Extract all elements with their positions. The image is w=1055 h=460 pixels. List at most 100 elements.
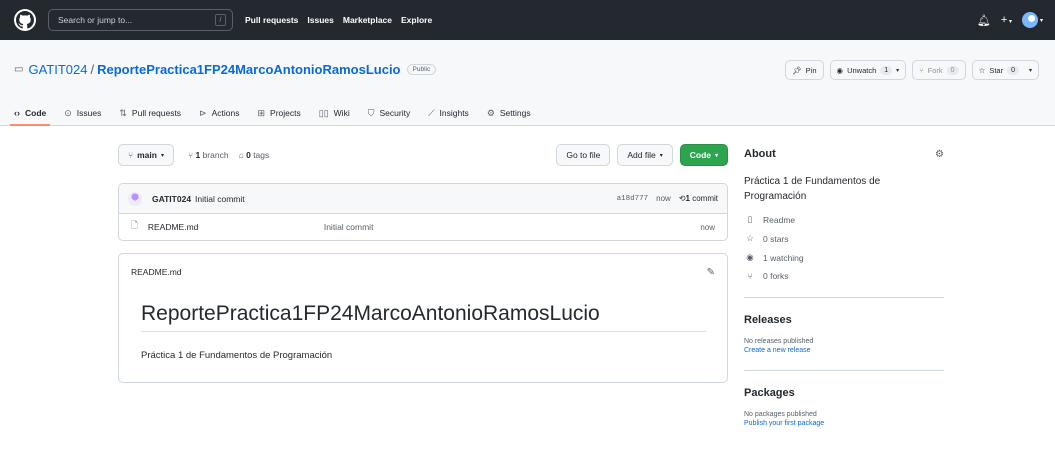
add-file-label: Add file	[627, 150, 656, 160]
create-release-link[interactable]: Create a new release	[744, 347, 944, 354]
tab-label: Code	[25, 108, 47, 118]
chevron-down-icon[interactable]: ▾	[1029, 67, 1032, 74]
pin-button[interactable]: 📌︎ Pin	[785, 60, 824, 80]
divider	[744, 370, 944, 371]
repo-actions: 📌︎ Pin ◉ Unwatch 1 ▾ ⑂ Fork 0 ☆ Star 0 ▾	[785, 60, 1039, 80]
forks-link[interactable]: ⑂ 0 forks	[744, 271, 944, 281]
main-content: ⑂ main ▾ ⑂ 1 branch ⌂ 0 tags Go to file …	[118, 144, 728, 383]
go-to-file-button[interactable]: Go to file	[556, 144, 611, 166]
tab-projects[interactable]: ⊞ Projects	[257, 100, 300, 126]
branch-name: main	[137, 150, 157, 160]
fork-icon: ⑂	[919, 65, 924, 75]
fork-label: Fork	[927, 65, 943, 75]
tab-label: Actions	[211, 108, 240, 118]
file-navigation: ⑂ main ▾ ⑂ 1 branch ⌂ 0 tags Go to file …	[118, 144, 728, 166]
chevron-down-icon: ▾	[1039, 17, 1043, 24]
tab-insights[interactable]: ⟋ Insights	[428, 100, 469, 126]
eye-icon: ◉	[836, 65, 844, 75]
watchers-link[interactable]: ◉ 1 watching	[744, 252, 944, 263]
fork-button[interactable]: ⑂ Fork 0	[912, 60, 966, 80]
readme-header: README.md ✎	[119, 254, 727, 290]
chevron-down-icon: ▾	[714, 152, 718, 159]
repo-owner-link[interactable]: GATIT024	[28, 62, 87, 77]
unwatch-button[interactable]: ◉ Unwatch 1 ▾	[829, 60, 907, 80]
chevron-down-icon[interactable]: ▾	[896, 67, 899, 74]
gear-icon[interactable]: ⚙	[935, 149, 944, 160]
releases-heading[interactable]: Releases	[744, 314, 944, 326]
branches-link[interactable]: ⑂ 1 branch	[188, 150, 229, 160]
publish-package-link[interactable]: Publish your first package	[744, 420, 944, 427]
code-icon: ‹›	[14, 108, 20, 118]
readme-label: Readme	[763, 214, 796, 225]
packages-heading[interactable]: Packages	[744, 387, 944, 399]
commit-sha[interactable]: a18d777	[617, 195, 649, 203]
repo-header: ▭ GATIT024 / ReportePractica1FP24MarcoAn…	[0, 40, 1055, 126]
divider	[744, 297, 944, 298]
file-commit-message[interactable]: Initial commit	[324, 222, 374, 232]
commit-author[interactable]: GATIT024	[152, 194, 191, 204]
add-file-button[interactable]: Add file ▾	[617, 144, 673, 166]
play-icon: ⊳	[199, 107, 207, 118]
repo-icon: ▭	[14, 64, 24, 75]
repo-name-link[interactable]: ReportePractica1FP24MarcoAntonioRamosLuc…	[97, 62, 400, 77]
sidebar: About ⚙ Práctica 1 de Fundamentos de Pro…	[744, 144, 944, 427]
file-name-link[interactable]: README.md	[148, 222, 324, 232]
star-button[interactable]: ☆ Star 0 ▾	[971, 60, 1039, 80]
watching-label: 1 watching	[763, 252, 804, 263]
header-actions: 🔔︎ + ▾ ▾	[977, 12, 1043, 28]
tab-label: Settings	[499, 108, 531, 118]
tags-count: 0	[246, 150, 251, 160]
commits-link[interactable]: ⟲1 commit	[679, 194, 718, 203]
star-icon: ☆	[978, 65, 986, 75]
tab-label: Projects	[270, 108, 301, 118]
avatar[interactable]	[128, 191, 142, 206]
tab-pull-requests[interactable]: ⇅ Pull requests	[119, 100, 181, 126]
readme-filename[interactable]: README.md	[131, 267, 182, 277]
nav-pull-requests[interactable]: Pull requests	[245, 15, 298, 25]
nav-marketplace[interactable]: Marketplace	[343, 15, 392, 25]
tab-issues[interactable]: ⊙ Issues	[64, 100, 101, 126]
tab-wiki[interactable]: ▯▯ Wiki	[319, 100, 350, 126]
nav-issues[interactable]: Issues	[307, 15, 333, 25]
search-input[interactable]: Search or jump to... /	[48, 9, 233, 31]
tag-icon: ⌂	[238, 150, 244, 160]
readme-body: Práctica 1 de Fundamentos de Programació…	[141, 350, 333, 361]
repo-tabs: ‹› Code ⊙ Issues ⇅ Pull requests ⊳ Actions ⊞…	[9, 100, 531, 126]
tab-security[interactable]: ⛉ Security	[368, 100, 410, 126]
plus-dropdown-icon[interactable]: + ▾	[1001, 14, 1012, 26]
tab-code[interactable]: ‹› Code	[9, 100, 51, 126]
issue-icon: ⊙	[64, 107, 72, 118]
branches-label: branch	[202, 150, 229, 160]
commit-message[interactable]: Initial commit	[195, 194, 245, 204]
stars-link[interactable]: ☆ 0 stars	[744, 233, 944, 244]
commit-count: 1	[685, 194, 690, 203]
readme-panel: README.md ✎ ReportePractica1FP24MarcoAnt…	[118, 253, 728, 383]
releases-empty: No releases published	[744, 338, 814, 345]
readme-link[interactable]: ▯ Readme	[744, 214, 944, 225]
bell-icon[interactable]: 🔔︎	[977, 14, 991, 27]
star-label: Star	[989, 65, 1004, 75]
visibility-badge: Public	[406, 64, 437, 75]
latest-commit: GATIT024 Initial commit a18d777 now ⟲1 c…	[119, 184, 727, 214]
list-item[interactable]: 🗋︎ README.md Initial commit now	[119, 214, 727, 240]
about-heading: About	[744, 148, 776, 160]
pin-label: Pin	[805, 65, 817, 75]
unwatch-label: Unwatch	[847, 65, 877, 75]
star-icon: ☆	[746, 233, 754, 243]
nav-explore[interactable]: Explore	[401, 15, 432, 25]
github-logo-icon[interactable]	[14, 9, 36, 31]
readme-title: ReportePractica1FP24MarcoAntonioRamosLuc…	[141, 302, 706, 332]
tab-actions[interactable]: ⊳ Actions	[199, 100, 239, 126]
user-menu[interactable]: ▾	[1021, 12, 1043, 28]
branch-select-button[interactable]: ⑂ main ▾	[118, 144, 174, 166]
tags-link[interactable]: ⌂ 0 tags	[239, 150, 270, 160]
history-icon: ⟲	[678, 194, 686, 203]
avatar	[1021, 12, 1038, 28]
tab-settings[interactable]: ⚙ Settings	[487, 100, 531, 126]
packages-empty: No packages published	[744, 411, 817, 418]
pull-request-icon: ⇅	[119, 107, 127, 118]
code-button[interactable]: Code ▾	[679, 144, 728, 166]
code-label: Code	[689, 150, 711, 160]
chevron-down-icon: ▾	[160, 152, 164, 159]
pencil-icon[interactable]: ✎	[707, 267, 715, 278]
